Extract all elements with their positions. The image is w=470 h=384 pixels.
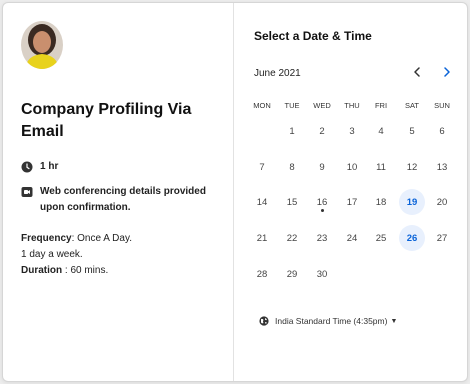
day-number: 23	[316, 232, 328, 244]
duration-line: Duration : 60 mins.	[21, 263, 132, 279]
day-number: 5	[409, 125, 415, 137]
calendar-day-available[interactable]: 26	[399, 225, 425, 251]
clock-icon	[21, 161, 33, 173]
day-number: 3	[349, 125, 355, 137]
calendar-day: 14	[249, 189, 275, 215]
calendar-day: 22	[279, 225, 305, 251]
day-number: 1	[289, 125, 295, 137]
day-number: 24	[346, 232, 358, 244]
day-number: 7	[259, 161, 265, 173]
calendar-day-available[interactable]: 19	[399, 189, 425, 215]
day-number: 27	[436, 232, 448, 244]
avatar	[21, 21, 63, 69]
calendar-day: 6	[429, 118, 455, 144]
day-number: 29	[286, 268, 298, 280]
weekday-label: SAT	[404, 101, 420, 110]
frequency-label: Frequency	[21, 233, 72, 244]
weekday-label: SUN	[434, 101, 450, 110]
day-number: 8	[289, 161, 295, 173]
calendar-panel: Select a Date & Time June 2021 MON TUE WED…	[235, 3, 469, 381]
globe-icon	[259, 316, 269, 326]
day-number: 16	[316, 196, 328, 208]
video-camera-icon	[21, 187, 33, 197]
day-number: 9	[319, 161, 325, 173]
event-details-panel: Company Profiling Via Email 1 hr Web con…	[3, 3, 234, 381]
frequency-line: Frequency: Once A Day.	[21, 231, 132, 247]
calendar-heading: Select a Date & Time	[254, 29, 372, 43]
day-number: 20	[436, 196, 448, 208]
calendar-day: 25	[368, 225, 394, 251]
chevron-right-icon	[444, 67, 450, 77]
day-number: 6	[439, 125, 445, 137]
caret-down-icon: ▼	[390, 317, 398, 325]
frequency-note: 1 day a week.	[21, 249, 83, 260]
chevron-left-icon	[414, 67, 420, 77]
weekday-label: FRI	[374, 101, 388, 110]
calendar-day: 1	[279, 118, 305, 144]
day-number: 22	[286, 232, 298, 244]
calendar-day: 21	[249, 225, 275, 251]
calendar-day: 12	[399, 154, 425, 180]
day-number: 21	[256, 232, 268, 244]
day-number: 2	[319, 125, 325, 137]
duration-row: 1 hr	[21, 159, 58, 175]
calendar-day: 18	[368, 189, 394, 215]
day-number: 28	[256, 268, 268, 280]
weekday-label: TUE	[284, 101, 300, 110]
today-indicator	[320, 209, 324, 212]
day-number: 19	[406, 196, 418, 208]
calendar-day: 7	[249, 154, 275, 180]
conference-text: Web conferencing details provided upon c…	[40, 186, 206, 213]
scheduling-card: Company Profiling Via Email 1 hr Web con…	[2, 2, 468, 382]
weekday-label: MON	[253, 101, 271, 110]
day-number: 15	[286, 196, 298, 208]
calendar-day: 17	[339, 189, 365, 215]
day-number: 14	[256, 196, 268, 208]
calendar-day: 28	[249, 261, 275, 287]
timezone-label: India Standard Time (4:35pm)	[275, 316, 388, 326]
calendar-day: 3	[339, 118, 365, 144]
day-number: 30	[316, 268, 328, 280]
calendar-day: 5	[399, 118, 425, 144]
day-number: 18	[375, 196, 387, 208]
day-number: 12	[406, 161, 418, 173]
calendar-day: 4	[368, 118, 394, 144]
day-number: 25	[375, 232, 387, 244]
day-number: 4	[378, 125, 384, 137]
frequency-value: : Once A Day.	[71, 233, 132, 244]
timezone-selector[interactable]: India Standard Time (4:35pm) ▼	[259, 316, 397, 326]
calendar-day: 9	[309, 154, 335, 180]
calendar-day: 29	[279, 261, 305, 287]
conference-row: Web conferencing details provided upon c…	[21, 184, 221, 216]
calendar-day: 8	[279, 154, 305, 180]
calendar-day: 11	[368, 154, 394, 180]
next-month-button[interactable]	[439, 64, 455, 80]
calendar-day: 10	[339, 154, 365, 180]
calendar-day: 24	[339, 225, 365, 251]
calendar-day: 2	[309, 118, 335, 144]
day-number: 26	[406, 232, 418, 244]
calendar-day: 20	[429, 189, 455, 215]
day-number: 10	[346, 161, 358, 173]
calendar-day: 13	[429, 154, 455, 180]
day-number: 17	[346, 196, 358, 208]
prev-month-button[interactable]	[409, 64, 425, 80]
calendar-day: 30	[309, 261, 335, 287]
event-description: Frequency: Once A Day. 1 day a week. Dur…	[21, 231, 132, 279]
calendar-day: 27	[429, 225, 455, 251]
calendar-day: 23	[309, 225, 335, 251]
weekday-label: THU	[344, 101, 360, 110]
month-label: June 2021	[254, 68, 301, 79]
duration-value: : 60 mins.	[62, 265, 109, 276]
day-number: 11	[376, 161, 386, 173]
weekday-label: WED	[313, 101, 331, 110]
event-title: Company Profiling Via Email	[21, 101, 192, 140]
duration-text: 1 hr	[40, 161, 59, 172]
duration-label: Duration	[21, 265, 63, 276]
day-number: 13	[436, 161, 448, 173]
calendar-day: 16	[309, 189, 335, 215]
calendar-day: 15	[279, 189, 305, 215]
